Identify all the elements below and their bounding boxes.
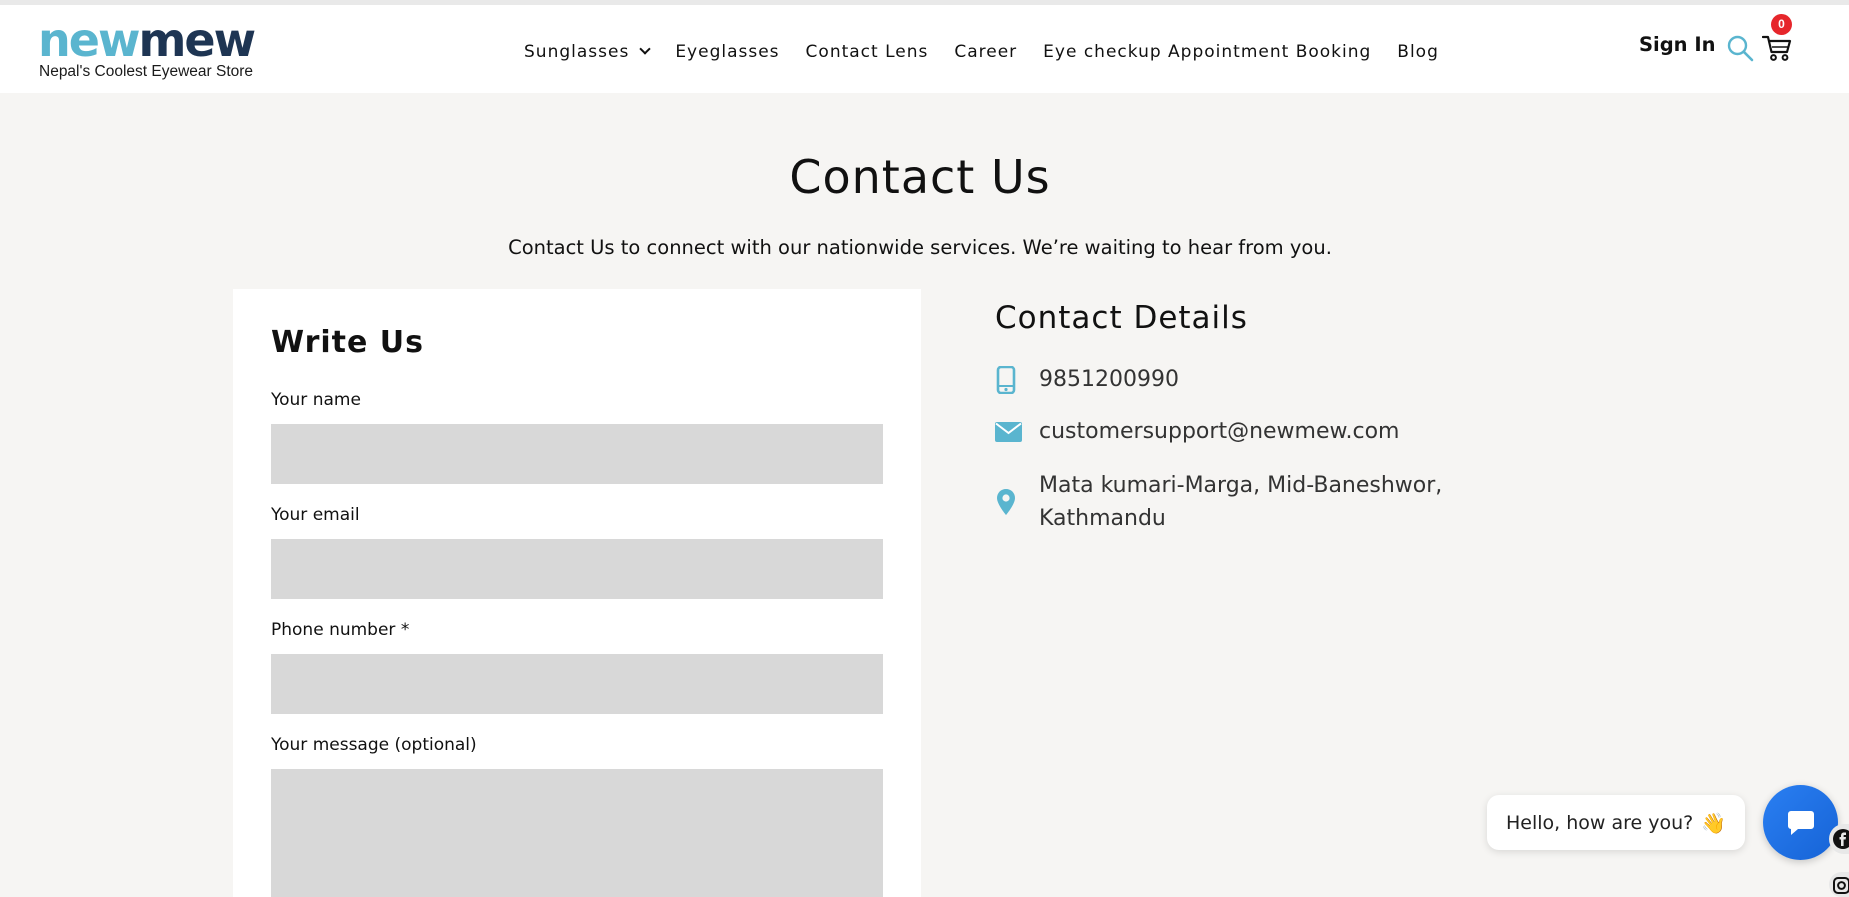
contact-address-line1: Mata kumari-Marga, Mid-Baneshwor, xyxy=(1039,473,1443,498)
message-label: Your message (optional) xyxy=(271,735,477,755)
map-pin-icon xyxy=(997,489,1015,515)
nav-label: Sunglasses xyxy=(524,42,630,62)
chat-launcher-button[interactable] xyxy=(1763,785,1838,860)
nav-label: Contact Lens xyxy=(805,42,929,62)
chevron-down-icon xyxy=(639,43,651,55)
nav-item-sunglasses[interactable]: Sunglasses xyxy=(524,42,651,62)
name-field[interactable] xyxy=(271,424,883,484)
contact-address-line2: Kathmandu xyxy=(1039,506,1166,531)
nav-item-blog[interactable]: Blog xyxy=(1397,42,1439,62)
contact-email[interactable]: customersupport@newmew.com xyxy=(1039,415,1399,448)
main-nav: Sunglasses Eyeglasses Contact Lens Caree… xyxy=(524,39,1439,65)
phone-label: Phone number * xyxy=(271,620,410,640)
nav-label: Blog xyxy=(1397,42,1439,62)
instagram-icon xyxy=(1833,877,1849,894)
page-subtitle: Contact Us to connect with our nationwid… xyxy=(508,236,1332,259)
chat-bubble-icon xyxy=(1787,810,1814,835)
contact-phone[interactable]: 9851200990 xyxy=(1039,363,1179,396)
nav-item-eye-checkup-booking[interactable]: Eye checkup Appointment Booking xyxy=(1043,42,1371,62)
nav-item-eyeglasses[interactable]: Eyeglasses xyxy=(675,42,779,62)
nav-label: Eyeglasses xyxy=(675,42,780,62)
logo-part-mew: mew xyxy=(138,13,256,67)
facebook-icon xyxy=(1833,829,1849,849)
chat-greeting-bubble[interactable]: Hello, how are you? 👋 xyxy=(1487,795,1745,850)
site-header: newmew Nepal's Coolest Eyewear Store Sun… xyxy=(0,5,1849,93)
form-title: Write Us xyxy=(271,325,424,360)
instagram-social-tab[interactable] xyxy=(1829,872,1849,897)
facebook-social-tab[interactable] xyxy=(1829,824,1849,854)
logo-tagline: Nepal's Coolest Eyewear Store xyxy=(39,63,254,80)
message-field[interactable] xyxy=(271,769,883,897)
write-us-form: Write Us Your name Your email Phone numb… xyxy=(233,289,921,897)
nav-item-contact-lens[interactable]: Contact Lens xyxy=(806,42,929,62)
cart-icon[interactable] xyxy=(1762,34,1792,62)
mobile-phone-icon xyxy=(996,366,1016,394)
phone-field[interactable] xyxy=(271,654,883,714)
nav-item-career[interactable]: Career xyxy=(954,42,1017,62)
nav-label: Career xyxy=(954,42,1018,62)
logo-part-new: new xyxy=(38,13,140,67)
cart-count-badge: 0 xyxy=(1771,14,1792,35)
logo-wordmark: newmew xyxy=(38,17,256,63)
waving-hand-icon: 👋 xyxy=(1701,810,1727,835)
email-field[interactable] xyxy=(271,539,883,599)
chat-greeting-text: Hello, how are you? xyxy=(1506,811,1694,834)
contact-details-title: Contact Details xyxy=(995,300,1248,336)
envelope-icon xyxy=(995,422,1022,442)
search-icon[interactable] xyxy=(1726,34,1754,62)
nav-label: Eye checkup Appointment Booking xyxy=(1043,42,1372,62)
email-label: Your email xyxy=(271,505,360,525)
name-label: Your name xyxy=(271,390,361,410)
brand-logo[interactable]: newmew Nepal's Coolest Eyewear Store xyxy=(38,17,288,83)
page-title: Contact Us xyxy=(789,150,1051,204)
sign-in-link[interactable]: Sign In xyxy=(1639,33,1716,56)
